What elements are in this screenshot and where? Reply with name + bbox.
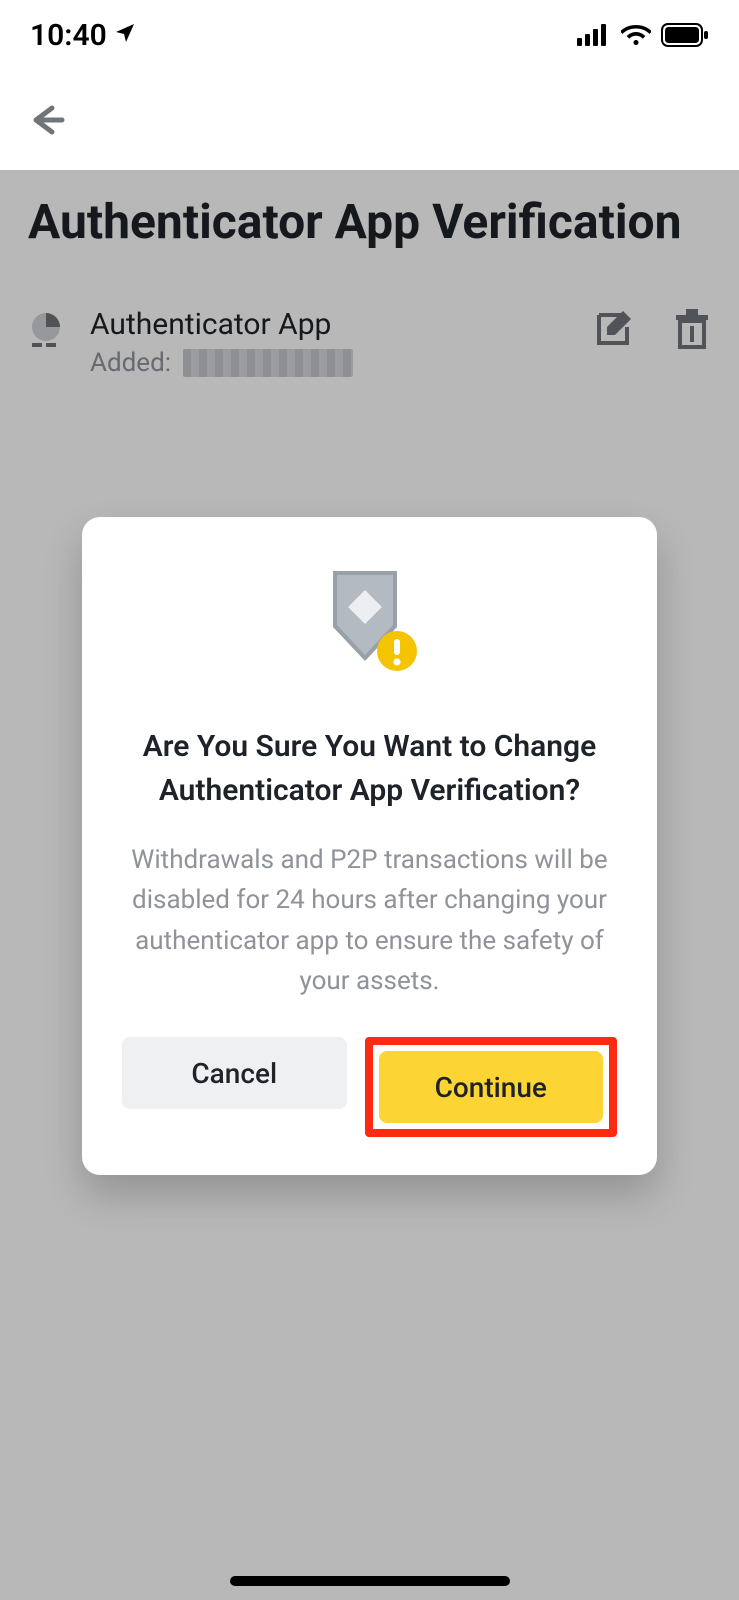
wifi-icon [621, 24, 651, 46]
continue-button[interactable]: Continue [379, 1051, 604, 1123]
dialog-title: Are You Sure You Want to Change Authenti… [122, 725, 617, 812]
cancel-button[interactable]: Cancel [122, 1037, 347, 1109]
dialog-actions: Cancel Continue [122, 1037, 617, 1137]
status-time: 10:40 [30, 18, 107, 53]
status-bar: 10:40 [0, 0, 739, 70]
continue-button-highlight: Continue [365, 1037, 618, 1137]
home-indicator[interactable] [230, 1576, 510, 1586]
status-left: 10:40 [30, 18, 137, 53]
cellular-icon [577, 24, 611, 46]
confirm-dialog: Are You Sure You Want to Change Authenti… [82, 517, 657, 1175]
nav-bar [0, 70, 739, 170]
back-icon[interactable] [24, 98, 68, 142]
shield-icon [122, 565, 617, 685]
status-right [577, 23, 709, 47]
modal-overlay: Are You Sure You Want to Change Authenti… [0, 170, 739, 1600]
location-icon [113, 18, 137, 53]
battery-icon [661, 23, 709, 47]
dialog-body: Withdrawals and P2P transactions will be… [122, 840, 617, 1001]
